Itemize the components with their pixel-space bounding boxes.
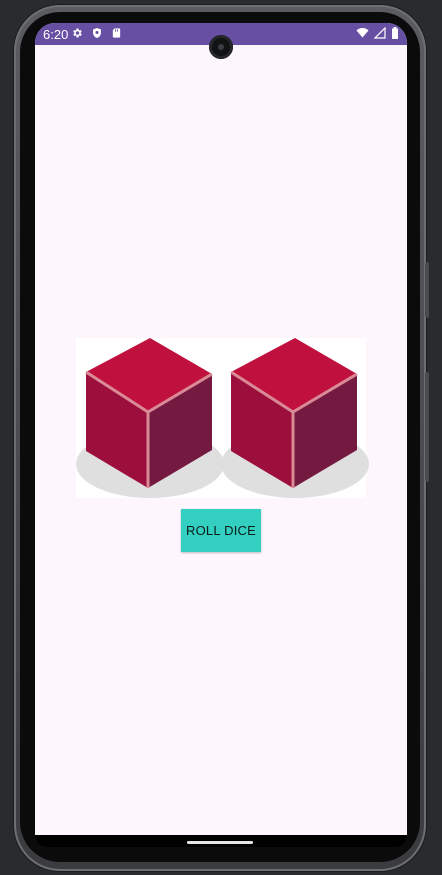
dice-image-right [221, 338, 369, 498]
volume-button [425, 372, 429, 482]
shield-icon [93, 28, 101, 38]
settings-icon [73, 28, 82, 38]
roll-dice-button[interactable]: ROLL DICE [181, 509, 261, 552]
battery-icon [392, 27, 398, 39]
front-camera [209, 35, 233, 59]
wifi-icon [356, 28, 369, 38]
dice-image-left [76, 338, 224, 498]
power-button [425, 262, 429, 318]
home-gesture-handle[interactable] [187, 841, 253, 844]
sd-card-icon [112, 28, 121, 38]
dice-image-area [76, 338, 369, 498]
status-time: 6:20 [43, 27, 69, 42]
cell-signal-icon [374, 27, 386, 39]
